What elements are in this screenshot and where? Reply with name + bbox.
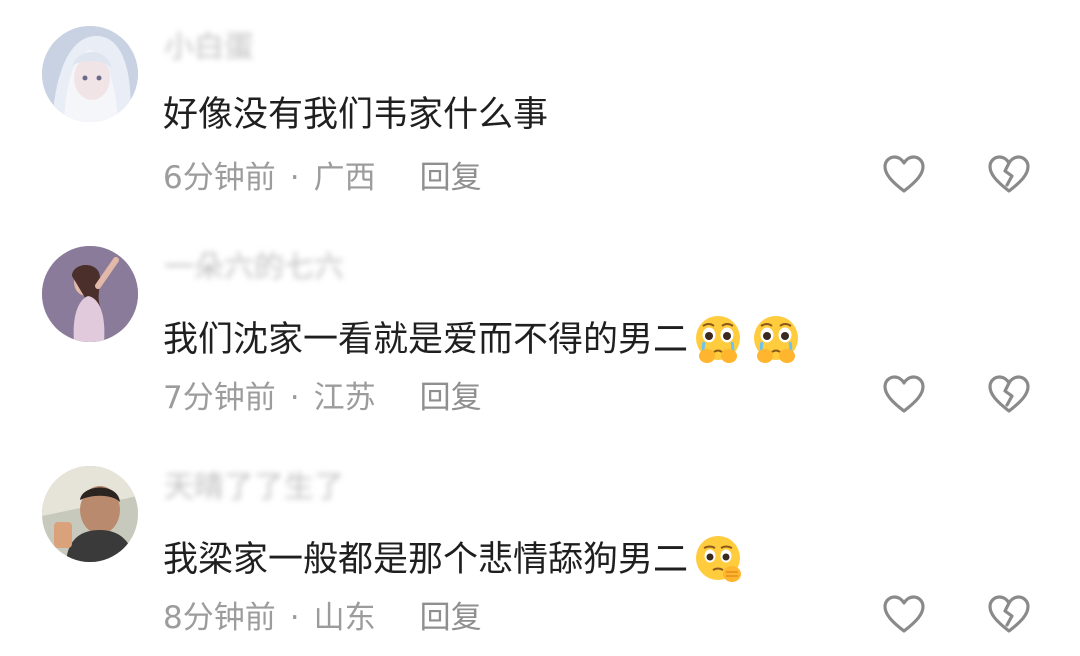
- separator: ·: [289, 600, 300, 636]
- username[interactable]: 小白蛋: [164, 28, 254, 68]
- broken-heart-icon[interactable]: [986, 592, 1032, 638]
- heart-outline-icon[interactable]: [881, 592, 927, 638]
- comment-meta: 8分钟前 · 山东 回复: [163, 598, 482, 638]
- timestamp: 7分钟前: [163, 380, 276, 416]
- comment-text: 我们沈家一看就是爱而不得的男二: [163, 312, 804, 368]
- location: 山东: [313, 600, 376, 636]
- comment-text: 我梁家一般都是那个悲情舔狗男二: [163, 532, 746, 588]
- comment-meta: 7分钟前 · 江苏 回复: [163, 378, 482, 418]
- comment-text-body: 我们沈家一看就是爱而不得的男二: [163, 320, 689, 360]
- location: 江苏: [313, 380, 376, 416]
- location: 广西: [313, 160, 376, 196]
- reply-button[interactable]: 回复: [420, 380, 482, 416]
- pleading-emoji-icon: [690, 532, 746, 588]
- comment-text: 好像没有我们韦家什么事: [163, 92, 548, 138]
- comment-item[interactable]: 小白蛋 好像没有我们韦家什么事 6分钟前 · 广西 回复: [0, 0, 1080, 216]
- broken-heart-icon[interactable]: [986, 372, 1032, 418]
- comment-meta: 6分钟前 · 广西 回复: [163, 158, 482, 198]
- timestamp: 6分钟前: [163, 160, 276, 196]
- user-avatar[interactable]: [42, 246, 138, 342]
- user-avatar[interactable]: [42, 466, 138, 562]
- heart-outline-icon[interactable]: [881, 372, 927, 418]
- user-avatar[interactable]: [42, 26, 138, 122]
- crying-emoji-icon: [748, 312, 804, 368]
- username[interactable]: 天晴了了生了: [164, 468, 344, 508]
- heart-outline-icon[interactable]: [881, 152, 927, 198]
- separator: ·: [289, 380, 300, 416]
- separator: ·: [289, 160, 300, 196]
- comment-item[interactable]: 天晴了了生了 我梁家一般都是那个悲情舔狗男二 8分钟前 · 山东 回复: [0, 440, 1080, 656]
- reply-button[interactable]: 回复: [420, 160, 482, 196]
- broken-heart-icon[interactable]: [986, 152, 1032, 198]
- comment-text-body: 我梁家一般都是那个悲情舔狗男二: [163, 540, 689, 580]
- crying-emoji-icon: [690, 312, 746, 368]
- reply-button[interactable]: 回复: [420, 600, 482, 636]
- comment-text-body: 好像没有我们韦家什么事: [163, 95, 549, 135]
- comment-item[interactable]: 一朵六的七六 我们沈家一看就是爱而不得的男二 7分钟前 · 江苏 回复: [0, 220, 1080, 436]
- timestamp: 8分钟前: [163, 600, 276, 636]
- username[interactable]: 一朵六的七六: [164, 248, 344, 288]
